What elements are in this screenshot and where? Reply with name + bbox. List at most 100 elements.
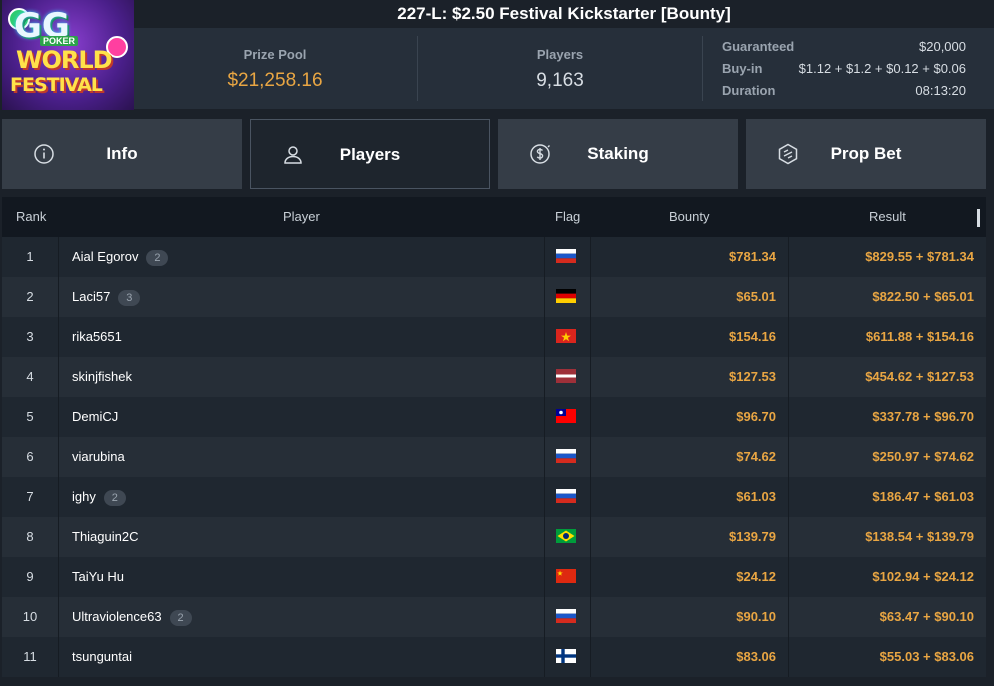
- tab-staking[interactable]: Staking: [498, 119, 738, 189]
- country-flag-icon: [556, 369, 576, 383]
- table-row[interactable]: 10 Ultraviolence63 2 $90.10 $63.47 + $90.10: [2, 597, 986, 637]
- result-cell: $138.54 + $139.79: [865, 529, 974, 544]
- players-label: Players: [536, 47, 584, 62]
- table-row[interactable]: 2 Laci57 3 $65.01 $822.50 + $65.01: [2, 277, 986, 317]
- country-flag-icon: [556, 449, 576, 463]
- table-row[interactable]: 6 viarubina $74.62 $250.97 + $74.62: [2, 437, 986, 477]
- table-body: 1 Aial Egorov 2 $781.34 $829.55 + $781.34 2 La…: [2, 237, 986, 677]
- player-name[interactable]: viarubina: [72, 449, 125, 464]
- column-divider: [58, 597, 59, 637]
- table-row[interactable]: 3 rika5651 $154.16 $611.88 + $154.16: [2, 317, 986, 357]
- result-cell: $822.50 + $65.01: [872, 289, 974, 304]
- rank-cell: 8: [26, 529, 34, 544]
- scrollbar-thumb[interactable]: [977, 209, 980, 227]
- rank-cell: 11: [23, 649, 37, 664]
- header-bounty[interactable]: Bounty: [669, 197, 709, 237]
- player-name[interactable]: DemiCJ: [72, 409, 118, 424]
- player-cell[interactable]: skinjfishek: [72, 357, 132, 397]
- tab-players[interactable]: Players: [250, 119, 490, 189]
- result-cell: $454.62 + $127.53: [865, 369, 974, 384]
- bounty-cell: $24.12: [736, 569, 776, 584]
- table-row[interactable]: 8 Thiaguin2C $139.79 $138.54 + $139.79: [2, 517, 986, 557]
- bounty-cell: $139.79: [729, 529, 776, 544]
- column-divider: [544, 637, 545, 677]
- result-cell: $250.97 + $74.62: [872, 449, 974, 464]
- header-player[interactable]: Player: [283, 197, 320, 237]
- column-divider: [788, 317, 789, 357]
- table-row[interactable]: 4 skinjfishek $127.53 $454.62 + $127.53: [2, 357, 986, 397]
- header-rank[interactable]: Rank: [16, 197, 46, 237]
- rank-cell: 4: [26, 369, 34, 384]
- column-divider: [788, 437, 789, 477]
- column-divider: [590, 637, 591, 677]
- player-cell[interactable]: Thiaguin2C: [72, 517, 139, 557]
- header-flag[interactable]: Flag: [555, 197, 580, 237]
- gg-world-festival-logo: GG POKER WORLD FESTIVAL: [2, 0, 134, 110]
- column-divider: [590, 517, 591, 557]
- table-row[interactable]: 1 Aial Egorov 2 $781.34 $829.55 + $781.34: [2, 237, 986, 277]
- table-header: Rank Player Flag Bounty Result: [2, 197, 986, 237]
- column-divider: [544, 237, 545, 277]
- column-divider: [58, 237, 59, 277]
- player-name[interactable]: skinjfishek: [72, 369, 132, 384]
- country-flag-icon: [556, 249, 576, 263]
- player-name[interactable]: Thiaguin2C: [72, 529, 139, 544]
- tab-prop-bet[interactable]: Prop Bet: [746, 119, 986, 189]
- tab-label: Prop Bet: [830, 144, 902, 163]
- table-row[interactable]: 7 ighy 2 $61.03 $186.47 + $61.03: [2, 477, 986, 517]
- player-cell[interactable]: tsunguntai: [72, 637, 132, 677]
- column-divider: [788, 357, 789, 397]
- player-cell[interactable]: DemiCJ: [72, 397, 118, 437]
- player-cell[interactable]: Aial Egorov 2: [72, 237, 169, 277]
- detail-label: Buy-in: [722, 61, 763, 76]
- column-divider: [788, 477, 789, 517]
- player-name[interactable]: Aial Egorov: [72, 249, 138, 264]
- column-divider: [58, 317, 59, 357]
- column-divider: [544, 397, 545, 437]
- column-divider: [590, 477, 591, 517]
- rank-cell: 2: [26, 289, 34, 304]
- header-result[interactable]: Result: [869, 197, 906, 237]
- player-name[interactable]: Laci57: [72, 289, 110, 304]
- country-flag-icon: [556, 489, 576, 503]
- result-cell: $337.78 + $96.70: [872, 409, 974, 424]
- bounty-cell: $83.06: [736, 649, 776, 664]
- detail-duration: Duration 08:13:20: [722, 80, 966, 102]
- tab-info[interactable]: Info: [2, 119, 242, 189]
- column-divider: [590, 597, 591, 637]
- bounty-cell: $154.16: [729, 329, 776, 344]
- column-divider: [788, 597, 789, 637]
- detail-value: $20,000: [919, 39, 966, 54]
- column-divider: [544, 317, 545, 357]
- result-cell: $611.88 + $154.16: [865, 329, 974, 344]
- player-cell[interactable]: viarubina: [72, 437, 125, 477]
- result-cell: $55.03 + $83.06: [879, 649, 974, 664]
- player-name[interactable]: ighy: [72, 489, 96, 504]
- prize-pool-label: Prize Pool: [243, 47, 307, 62]
- player-name[interactable]: tsunguntai: [72, 649, 132, 664]
- player-name[interactable]: rika5651: [72, 329, 122, 344]
- player-name[interactable]: TaiYu Hu: [72, 569, 124, 584]
- detail-label: Duration: [722, 83, 776, 98]
- player-cell[interactable]: TaiYu Hu: [72, 557, 124, 597]
- logo-poker-text: POKER: [40, 36, 79, 46]
- detail-value: $1.12 + $1.2 + $0.12 + $0.06: [798, 61, 966, 76]
- column-divider: [788, 277, 789, 317]
- detail-label: Guaranteed: [722, 39, 795, 54]
- table-row[interactable]: 5 DemiCJ $96.70 $337.78 + $96.70: [2, 397, 986, 437]
- player-cell[interactable]: rika5651: [72, 317, 122, 357]
- player-cell[interactable]: Laci57 3: [72, 277, 141, 317]
- rank-cell: 5: [26, 409, 34, 424]
- bounty-cell: $74.62: [736, 449, 776, 464]
- player-cell[interactable]: Ultraviolence63 2: [72, 597, 192, 637]
- column-divider: [788, 397, 789, 437]
- tab-label: Info: [106, 144, 138, 163]
- player-name[interactable]: Ultraviolence63: [72, 609, 162, 624]
- country-flag-icon: [556, 609, 576, 623]
- player-cell[interactable]: ighy 2: [72, 477, 126, 517]
- table-row[interactable]: 9 TaiYu Hu $24.12 $102.94 + $24.12: [2, 557, 986, 597]
- column-divider: [788, 237, 789, 277]
- table-row[interactable]: 11 tsunguntai $83.06 $55.03 + $83.06: [2, 637, 986, 677]
- country-flag-icon: [556, 289, 576, 303]
- rank-cell: 10: [22, 609, 38, 624]
